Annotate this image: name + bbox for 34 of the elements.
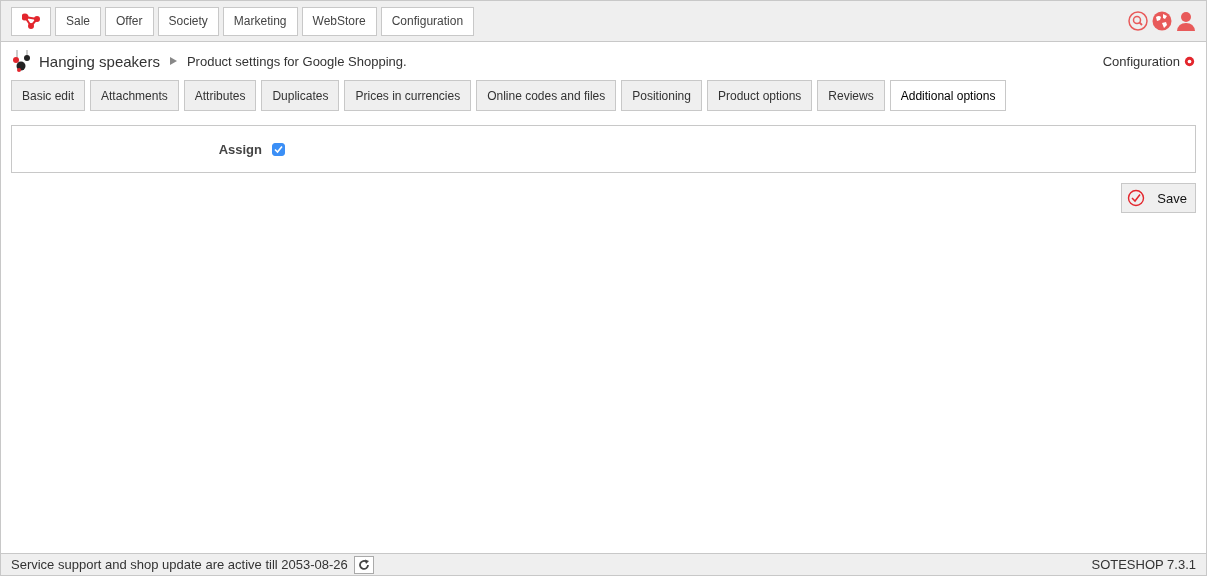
tab[interactable]: Positioning [621, 80, 702, 111]
tab[interactable]: Duplicates [261, 80, 340, 111]
tab[interactable]: Attachments [90, 80, 179, 111]
version-label: SOTESHOP 7.3.1 [1091, 557, 1196, 572]
assign-checkbox[interactable] [272, 142, 285, 156]
menu-button[interactable]: Configuration [380, 6, 475, 36]
refresh-button[interactable] [353, 555, 374, 574]
status-message: Service support and shop update are active till 2053-08-26 [11, 557, 348, 572]
product-thumbnail-icon [11, 50, 33, 72]
tab[interactable]: Additional options [889, 80, 1007, 111]
user-icon[interactable] [1176, 11, 1196, 31]
breadcrumb-arrow-icon [169, 57, 177, 65]
product-name[interactable]: Hanging speakers [39, 52, 160, 70]
menu-button[interactable]: Sale [55, 6, 102, 36]
globe-icon[interactable] [1152, 11, 1172, 31]
tab[interactable]: Online codes and files [476, 80, 617, 111]
refresh-icon [357, 558, 370, 571]
menu-button[interactable]: WebStore [301, 6, 377, 36]
logo-icon [22, 13, 40, 29]
tab[interactable]: Prices in currencies [344, 80, 472, 111]
menu-button[interactable]: Marketing [222, 6, 298, 36]
check-circle-icon [1127, 189, 1146, 207]
save-button[interactable]: Save [1121, 183, 1196, 213]
configuration-link[interactable]: Configuration [1102, 53, 1180, 69]
tab[interactable]: Product options [706, 80, 813, 111]
field-label: Assign [217, 141, 262, 157]
tab[interactable]: Reviews [817, 80, 885, 111]
tab[interactable]: Attributes [183, 80, 257, 111]
home-button[interactable] [11, 6, 51, 36]
menu-button[interactable]: Offer [105, 6, 154, 36]
search-icon[interactable] [1128, 11, 1148, 31]
page-title: Product settings for Google Shopping. [186, 53, 407, 69]
tab[interactable]: Basic edit [11, 80, 86, 111]
menu-button[interactable]: Society [157, 6, 219, 36]
